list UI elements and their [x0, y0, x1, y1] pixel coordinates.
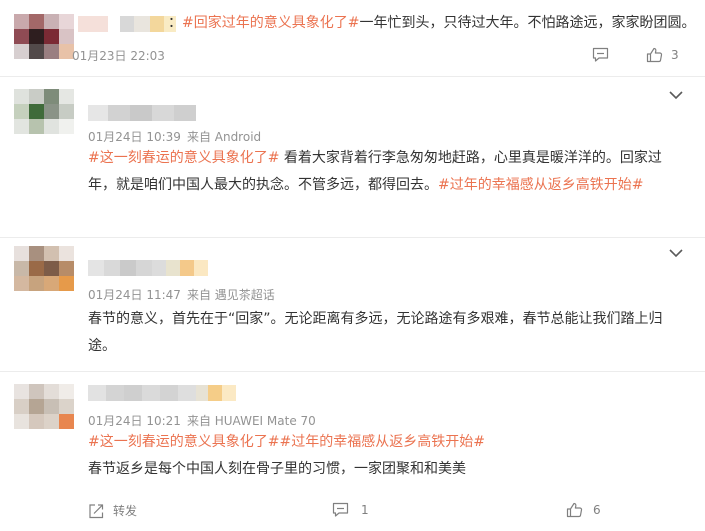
comment-icon [332, 502, 349, 517]
avatar[interactable] [14, 246, 74, 291]
post-3: 01月24日 11:47 来自 遇见茶超话 春节的意义，首先在于“回家”。无论距离… [0, 238, 705, 368]
post-source: 来自 遇见茶超话 [186, 288, 275, 302]
timestamp[interactable]: 01月24日 11:47 [88, 288, 181, 302]
post-text: #这一刻春运的意义具象化了# 看着大家背着行李急匆匆地赶路，心里真是暖洋洋的。回… [88, 145, 688, 199]
username-pixelated[interactable] [88, 105, 196, 121]
like-icon [566, 502, 583, 518]
post-hashtags: #这一刻春运的意义具象化了##过年的幸福感从返乡高铁开始# [88, 429, 688, 456]
post-meta: 01月24日 10:39 来自 Android [88, 128, 261, 145]
repost-button[interactable]: 转发 [88, 502, 137, 519]
repost-icon [89, 503, 104, 518]
like-count: 3 [671, 48, 679, 62]
post-meta: 01月24日 11:47 来自 遇见茶超话 [88, 286, 275, 303]
like-count: 6 [593, 503, 601, 517]
hashtag[interactable]: #过年的幸福感从返乡高铁开始# [438, 177, 643, 193]
comment-icon [592, 47, 609, 62]
username-pixelated[interactable] [88, 385, 236, 401]
timestamp[interactable]: 01月23日 22:03 [72, 47, 165, 64]
comment-button[interactable] [592, 47, 609, 63]
repost-label: 转发 [113, 504, 138, 518]
timestamp[interactable]: 01月24日 10:39 [88, 130, 181, 144]
like-button[interactable]: 6 [566, 502, 601, 518]
hashtag[interactable]: #这一刻春运的意义具象化了# [88, 150, 279, 166]
chevron-down-icon[interactable] [668, 248, 684, 258]
separator: ： [168, 15, 182, 31]
avatar[interactable] [14, 89, 74, 134]
post-source: 来自 Android [186, 130, 262, 144]
comment-count: 1 [361, 503, 369, 517]
avatar[interactable] [14, 384, 74, 429]
post-source: 来自 HUAWEI Mate 70 [186, 414, 316, 428]
comment-button[interactable]: 1 [332, 502, 369, 518]
post-text: ：#回家过年的意义具象化了#一年忙到头，只待过大年。不怕路途远，家家盼团圆。 [168, 10, 698, 37]
hashtag[interactable]: #回家过年的意义具象化了# [182, 15, 359, 31]
post-4: 01月24日 10:21 来自 HUAWEI Mate 70 #这一刻春运的意义具… [0, 372, 705, 531]
post-1: ：#回家过年的意义具象化了#一年忙到头，只待过大年。不怕路途远，家家盼团圆。 0… [0, 0, 705, 70]
timestamp[interactable]: 01月24日 10:21 [88, 414, 181, 428]
avatar[interactable] [14, 14, 74, 59]
post-2: 01月24日 10:39 来自 Android #这一刻春运的意义具象化了# 看着… [0, 77, 705, 233]
post-meta: 01月24日 10:21 来自 HUAWEI Mate 70 [88, 412, 316, 429]
like-button[interactable]: 3 [646, 47, 679, 63]
post-text: 春节返乡是每个中国人刻在骨子里的习惯，一家团聚和和美美 [88, 461, 466, 477]
chevron-down-icon[interactable] [668, 90, 684, 100]
like-icon [646, 47, 663, 63]
post-text: 春节的意义，首先在于“回家”。无论距离有多远，无论路途有多艰难，春节总能让我们踏… [88, 311, 663, 354]
hashtag[interactable]: #过年的幸福感从返乡高铁开始# [279, 434, 484, 450]
username-pixelated[interactable] [88, 260, 208, 276]
username-pixelated[interactable] [78, 16, 176, 32]
hashtag[interactable]: #这一刻春运的意义具象化了# [88, 434, 279, 450]
post-text-body: 一年忙到头，只待过大年。不怕路途远，家家盼团圆。 [359, 15, 696, 31]
